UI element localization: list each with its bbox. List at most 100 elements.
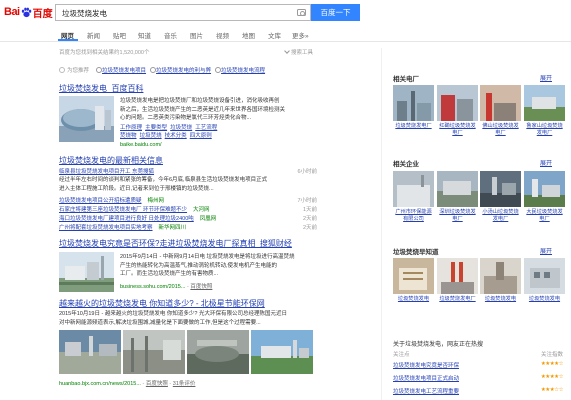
result-bjx-image[interactable] <box>123 330 185 374</box>
search-tools-button[interactable]: 搜索工具 <box>284 48 314 56</box>
bjx-image-1 <box>59 330 121 374</box>
sidebar-card[interactable]: 垃圾焚烧发电 <box>393 258 434 303</box>
sidebar-expand-button[interactable]: 展开 <box>540 246 552 255</box>
sidebar-card[interactable]: 垃圾焚烧发电厂 <box>437 258 478 303</box>
card-image <box>437 258 478 294</box>
sublink[interactable]: 焚烧物 <box>120 133 137 139</box>
tab-news[interactable]: 新闻 <box>87 30 100 40</box>
sidebar-card[interactable]: 佛山垃圾焚烧发电厂 <box>480 85 521 137</box>
result-bjx-image[interactable] <box>59 330 121 374</box>
search-input[interactable]: 垃圾焚烧发电 <box>55 4 311 21</box>
news-summary: 经过半年左右时间的谈判和紧张的筹备，今年6月底,临泉县生活垃圾焚烧发电项目正式 … <box>59 176 317 193</box>
sublink[interactable]: 工作原理 <box>120 125 142 131</box>
card-image <box>437 171 478 207</box>
tab-more[interactable]: 更多» <box>292 30 309 40</box>
recommend-link[interactable]: 垃圾焚烧发电的利与弊 <box>150 66 211 74</box>
tab-images[interactable]: 图片 <box>190 30 203 40</box>
snapshot-link[interactable]: 百度快照 <box>146 381 168 387</box>
recommend-link[interactable]: 垃圾焚烧发电流程 <box>215 66 265 74</box>
search-tools-label: 搜索工具 <box>291 50 314 56</box>
sublink[interactable]: 工艺流程 <box>195 125 217 131</box>
news-item-title[interactable]: 广州将配套垃圾焚烧发电项目实地考察 <box>59 223 153 232</box>
tabs-divider <box>0 41 571 42</box>
baike-image-graphic <box>59 96 114 142</box>
result-sohu-image[interactable] <box>59 252 114 292</box>
news-item-title[interactable]: 石家庄将建第三座垃圾焚烧发电厂 环节环保难题不少 <box>59 205 187 214</box>
sublink[interactable]: 四大原则 <box>190 133 212 139</box>
sidebar-card[interactable]: 小汤山垃圾焚烧发电厂 <box>480 171 521 223</box>
card-image <box>437 85 478 121</box>
news-item: 垃圾焚烧发电项目公开招标遭质疑 梅州网 7小时前 <box>59 196 317 205</box>
result-baike-sublinks2: 焚烧物 垃圾焚烧 技术分类 四大原则 <box>120 132 320 141</box>
sidebar-divider <box>381 48 382 400</box>
sidebar-card[interactable]: 深圳垃圾焚烧发电厂 <box>437 171 478 223</box>
card-caption: 垃圾焚烧发电 <box>397 296 430 302</box>
hot-row-link[interactable]: 垃圾焚烧发电究竟是否环保 <box>393 363 459 369</box>
tab-wenku[interactable]: 文库 <box>268 30 281 40</box>
sohu-image-graphic <box>59 252 114 292</box>
search-button[interactable]: 百度一下 <box>311 4 360 21</box>
sidebar-card[interactable]: 垃圾焚烧发电厂 <box>393 85 434 130</box>
sublink[interactable]: 技术分类 <box>165 133 187 139</box>
result-bjx-url: huanbao.bjx.com.cn/news/2015... <box>59 381 141 387</box>
card-caption: 佛山垃圾焚烧发电厂 <box>482 123 519 136</box>
result-sohu-url: business.sohu.com/2015... <box>120 284 186 290</box>
news-date: 6小时前 <box>297 169 317 175</box>
sidebar-related-companies-title: 相关企业 <box>393 161 419 168</box>
desc-line: 产生的热能转化为高温蒸气,推动涡轮机转动,使发电机产生电能的 <box>120 262 278 269</box>
hot-row-link[interactable]: 垃圾焚烧发电项目正式启动 <box>393 376 459 382</box>
result-bjx-meta: huanbao.bjx.com.cn/news/2015... - 百度快照 -… <box>59 381 196 387</box>
hot-row-link[interactable]: 垃圾焚烧发电工艺流程重要 <box>393 389 459 395</box>
sidebar-expand-button[interactable]: 展开 <box>540 73 552 82</box>
tab-tieba[interactable]: 贴吧 <box>113 30 126 40</box>
hot-col-right: 关注指数 <box>540 352 563 358</box>
sublink[interactable]: 垃圾焚烧 <box>170 125 192 131</box>
news-item-source: 凤凰网 <box>199 216 217 222</box>
tab-map[interactable]: 地图 <box>242 30 255 40</box>
sidebar-expand-button[interactable]: 展开 <box>540 158 552 167</box>
result-sohu-title[interactable]: 垃圾焚烧发电究竟是否环保?走进垃圾焚烧发电厂探真相_搜狐财经 <box>59 238 292 249</box>
tab-zhidao[interactable]: 知道 <box>138 30 151 40</box>
result-bjx-image[interactable] <box>251 330 313 374</box>
desc-line: 心的问题。二恶英类污染物是氯代三环芳烃类化合物... <box>120 115 252 121</box>
comments-link[interactable]: 31条评价 <box>173 381 196 387</box>
result-bjx-image[interactable] <box>187 330 249 374</box>
card-image <box>480 258 521 294</box>
sidebar-card[interactable]: 红磡垃圾焚烧发电厂 <box>437 85 478 137</box>
sublink[interactable]: 垃圾焚烧 <box>140 133 162 139</box>
news-item-source: 梅州网 <box>147 198 165 204</box>
sidebar-card[interactable]: 大民垃圾焚烧发电厂 <box>524 171 565 223</box>
camera-icon[interactable] <box>297 9 306 16</box>
result-bjx-title[interactable]: 越来越火的垃圾焚烧发电 你知道多少? - 北极星节能环保网 <box>59 298 265 309</box>
sidebar-card[interactable]: 垃圾焚烧发电 <box>524 258 565 303</box>
hot-row: 垃圾焚烧发电工艺流程重要 ★★★☆☆ <box>393 387 564 398</box>
news-headline[interactable]: 临泉县垃圾焚烧发电项目开工 东莞搜狐 <box>59 167 154 176</box>
news-item-title[interactable]: 垃圾焚烧发电项目公开招标遭质疑 <box>59 196 142 205</box>
card-image <box>480 85 521 121</box>
result-baike-title[interactable]: 垃圾焚烧发电_百度百科 <box>59 83 143 94</box>
result-news-title[interactable]: 垃圾焚烧发电的最新相关信息 <box>59 155 163 166</box>
news-item-date: 2天前 <box>302 216 317 222</box>
sidebar-related-plants-title: 相关电厂 <box>393 76 419 83</box>
card-image <box>393 85 434 121</box>
hot-row: 垃圾焚烧发电究竟是否环保 ★★★★☆ <box>393 361 564 372</box>
desc-line: 垃圾焚烧发电是把垃圾焚烧厂和垃圾焚烧设备引进，消化吸收再创 <box>120 98 280 104</box>
hot-row: 垃圾焚烧发电项目正式启动 ★★★★☆ <box>393 374 564 385</box>
bjx-image-4 <box>251 330 313 374</box>
news-item-title[interactable]: 海口垃圾焚烧发电厂建项目进行良好 日处理垃圾2400吨 <box>59 214 194 223</box>
sidebar-card[interactable]: 垃圾焚烧发电 <box>480 258 521 303</box>
card-caption: 广州市环保能源有限公司 <box>395 209 432 222</box>
tab-video[interactable]: 视频 <box>216 30 229 40</box>
sidebar-early-know-title: 垃圾焚烧早知道 <box>393 249 439 256</box>
sidebar-card[interactable]: 鲁家山垃圾焚烧发电厂 <box>524 85 565 137</box>
snapshot-link[interactable]: 百度快照 <box>190 284 212 290</box>
sidebar-card[interactable]: 广州市环保能源有限公司 <box>393 171 434 223</box>
result-baike-image[interactable] <box>59 96 114 142</box>
recommend-link[interactable]: 垃圾焚烧发电项目 <box>96 66 146 74</box>
result-baike-desc: 垃圾焚烧发电是把垃圾焚烧厂和垃圾焚烧设备引进，消化吸收再创 新之后，生活垃圾焚烧… <box>120 97 320 123</box>
baidu-logo[interactable]: Bai 百度 <box>4 5 53 20</box>
news-item-date: 1天前 <box>302 207 317 213</box>
news-item-date: 2天前 <box>302 225 317 231</box>
tab-music[interactable]: 音乐 <box>164 30 177 40</box>
sublink[interactable]: 主要类型 <box>145 125 167 131</box>
